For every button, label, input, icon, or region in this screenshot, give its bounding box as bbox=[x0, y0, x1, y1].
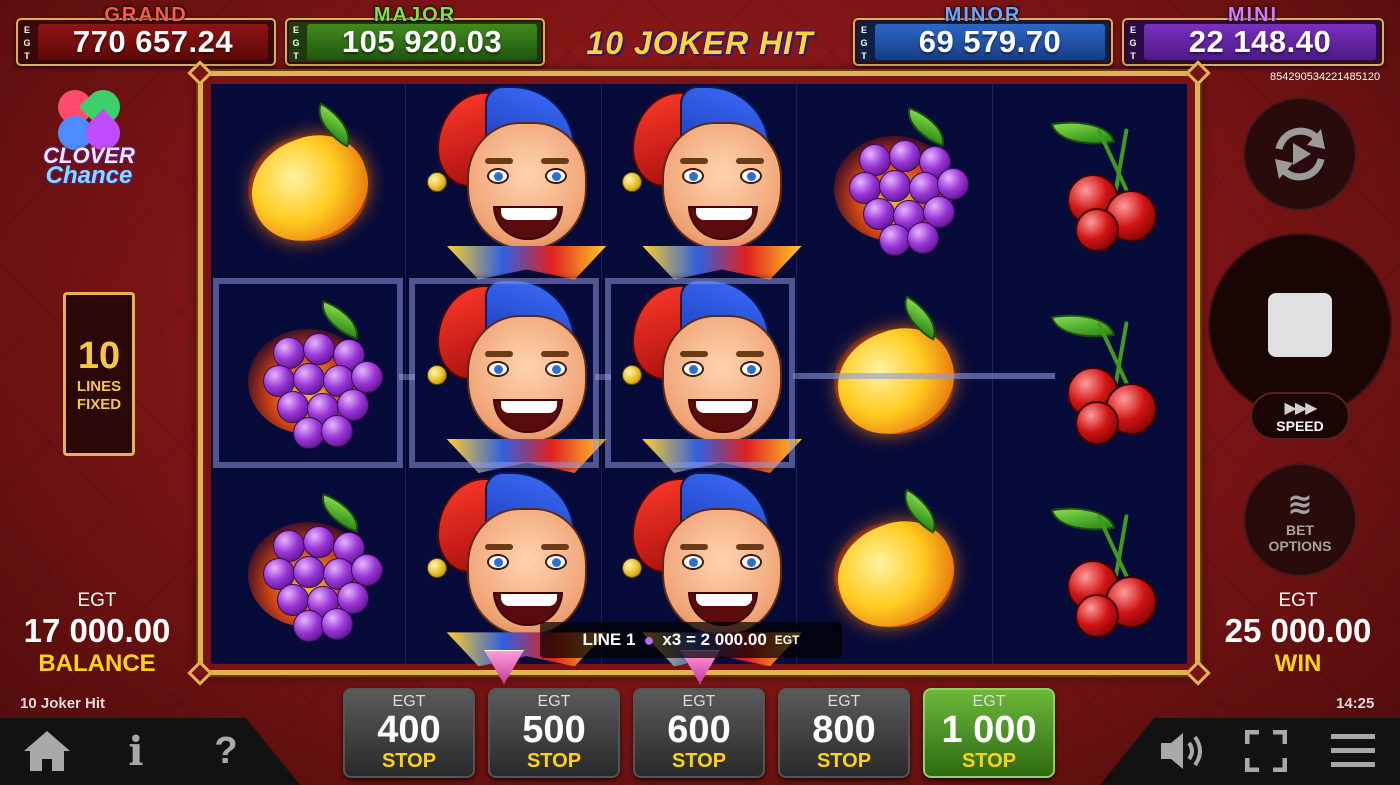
win-amount: 25 000.00 bbox=[1224, 612, 1372, 649]
win-line-prefix: LINE 1 bbox=[582, 630, 636, 649]
win-caption: WIN bbox=[1274, 650, 1322, 677]
bet-stop-label: STOP bbox=[961, 750, 1017, 772]
jackpot-grand-egt: EGT bbox=[23, 25, 31, 61]
bet-stop-button[interactable]: EGT 500 STOP bbox=[488, 688, 620, 778]
clover-chance-logo: CLOVER Chance bbox=[30, 82, 148, 204]
bet-stop-label: STOP bbox=[381, 750, 437, 772]
speed-button[interactable]: ▶▶▶ SPEED bbox=[1250, 392, 1350, 440]
info-button[interactable]: i bbox=[118, 725, 154, 777]
win-line-segment bbox=[793, 373, 1055, 379]
balance-display: EGT 17 000.00 BALANCE bbox=[8, 590, 186, 678]
clock: 14:25 bbox=[1336, 695, 1375, 712]
jackpot-mini-value: 22 148.40 bbox=[1144, 24, 1376, 60]
bet-stop-button[interactable]: EGT 800 STOP bbox=[778, 688, 910, 778]
jackpot-major-egt: EGT bbox=[292, 25, 300, 61]
coins-icon: ≋ bbox=[1287, 487, 1313, 521]
bet-currency: EGT bbox=[827, 693, 861, 710]
bet-currency: EGT bbox=[682, 693, 716, 710]
help-button[interactable]: ? bbox=[206, 725, 246, 777]
joker-symbol bbox=[426, 472, 607, 667]
fast-forward-icon: ▶▶▶ bbox=[1284, 400, 1318, 417]
bet-stop-label: STOP bbox=[526, 750, 582, 772]
stop-icon bbox=[1268, 293, 1332, 357]
jackpot-major: MAJOR EGT 105 920.03 bbox=[285, 4, 545, 66]
jackpot-mini: MINI EGT 22 148.40 bbox=[1122, 4, 1384, 66]
jackpot-grand: GRAND EGT 770 657.24 bbox=[16, 4, 276, 66]
cherries-symbol bbox=[1015, 106, 1165, 256]
bet-amount: 800 bbox=[812, 709, 876, 751]
jackpot-minor-egt: EGT bbox=[860, 25, 868, 61]
autoplay-button[interactable] bbox=[1243, 97, 1357, 211]
bet-amount: 1 000 bbox=[941, 709, 1037, 751]
cherries-symbol bbox=[1015, 492, 1165, 642]
bet-amount: 600 bbox=[667, 709, 731, 751]
lemon-symbol bbox=[233, 101, 383, 256]
bet-stop-button[interactable]: EGT 1 000 STOP bbox=[923, 688, 1055, 778]
lines-count: 10 bbox=[77, 334, 121, 377]
sound-button[interactable] bbox=[1156, 725, 1210, 777]
bet-currency: EGT bbox=[972, 693, 1006, 710]
win-currency: EGT bbox=[1278, 590, 1318, 611]
fullscreen-icon bbox=[1245, 730, 1287, 772]
reel-cell bbox=[993, 471, 1187, 664]
spin-stop-button[interactable] bbox=[1208, 233, 1392, 417]
reel-cell bbox=[406, 84, 607, 280]
game-logo: 10 JOKER HIT bbox=[586, 24, 814, 61]
lines-fixed-box: 10 LINES FIXED bbox=[63, 292, 135, 456]
reel-cell bbox=[211, 84, 405, 277]
sound-icon bbox=[1161, 733, 1202, 769]
win-display: EGT 25 000.00 WIN bbox=[1206, 590, 1390, 678]
grapes-icon: ● bbox=[643, 629, 655, 650]
fullscreen-button[interactable] bbox=[1244, 725, 1288, 777]
reel-cell bbox=[602, 84, 803, 280]
balance-caption: BALANCE bbox=[38, 650, 156, 677]
balance-amount: 17 000.00 bbox=[23, 612, 171, 649]
joker-symbol bbox=[426, 85, 607, 280]
win-highlight-box bbox=[605, 278, 795, 468]
bet-stop-button[interactable]: EGT 400 STOP bbox=[343, 688, 475, 778]
win-highlight-box bbox=[213, 278, 403, 468]
bet-currency: EGT bbox=[392, 693, 426, 710]
frame-corner-ornament bbox=[187, 660, 213, 686]
jackpot-major-value: 105 920.03 bbox=[307, 24, 537, 60]
menu-icon bbox=[1331, 734, 1375, 767]
reel-cell bbox=[797, 84, 991, 277]
win-highlight-box bbox=[409, 278, 599, 468]
jackpot-mini-egt: EGT bbox=[1129, 25, 1137, 61]
grapes-symbol bbox=[819, 106, 970, 256]
home-icon bbox=[24, 731, 70, 771]
joker-symbol bbox=[622, 85, 803, 280]
jackpot-minor: MINOR EGT 69 579.70 bbox=[853, 4, 1113, 66]
home-button[interactable] bbox=[20, 725, 74, 777]
bet-amount: 400 bbox=[377, 709, 441, 751]
bet-amount: 500 bbox=[522, 709, 586, 751]
bet-currency: EGT bbox=[537, 693, 571, 710]
jackpot-grand-value: 770 657.24 bbox=[38, 24, 268, 60]
reel-cell bbox=[993, 84, 1187, 277]
game-name: 10 Joker Hit bbox=[20, 695, 106, 712]
grapes-symbol bbox=[233, 492, 384, 643]
reel-cell bbox=[211, 471, 405, 664]
ticket-id: 854290534221485120 bbox=[1270, 71, 1381, 83]
bet-options-label: BET OPTIONS bbox=[1268, 521, 1332, 554]
clover-logo-text: CLOVER Chance bbox=[43, 143, 135, 189]
lines-label: LINES FIXED bbox=[76, 377, 122, 413]
jackpot-minor-value: 69 579.70 bbox=[875, 24, 1105, 60]
win-line-label: LINE 1 ● x3 = 2 000.00 EGT bbox=[540, 622, 842, 658]
lemon-symbol bbox=[819, 488, 969, 642]
help-icon: ? bbox=[214, 729, 238, 772]
balance-currency: EGT bbox=[77, 590, 117, 611]
win-line-unit: EGT bbox=[774, 633, 800, 647]
bet-stop-label: STOP bbox=[671, 750, 727, 772]
menu-button[interactable] bbox=[1328, 725, 1378, 777]
info-icon: i bbox=[128, 727, 144, 775]
speed-label: SPEED bbox=[1276, 418, 1324, 434]
bet-stop-label: STOP bbox=[816, 750, 872, 772]
autoplay-icon bbox=[1275, 127, 1325, 181]
bet-stop-button[interactable]: EGT 600 STOP bbox=[633, 688, 765, 778]
joker-symbol bbox=[622, 472, 803, 667]
win-line-text: x3 = 2 000.00 bbox=[662, 630, 767, 649]
reel-frame bbox=[187, 60, 1211, 686]
bet-options-button[interactable]: ≋ BET OPTIONS bbox=[1243, 463, 1357, 577]
